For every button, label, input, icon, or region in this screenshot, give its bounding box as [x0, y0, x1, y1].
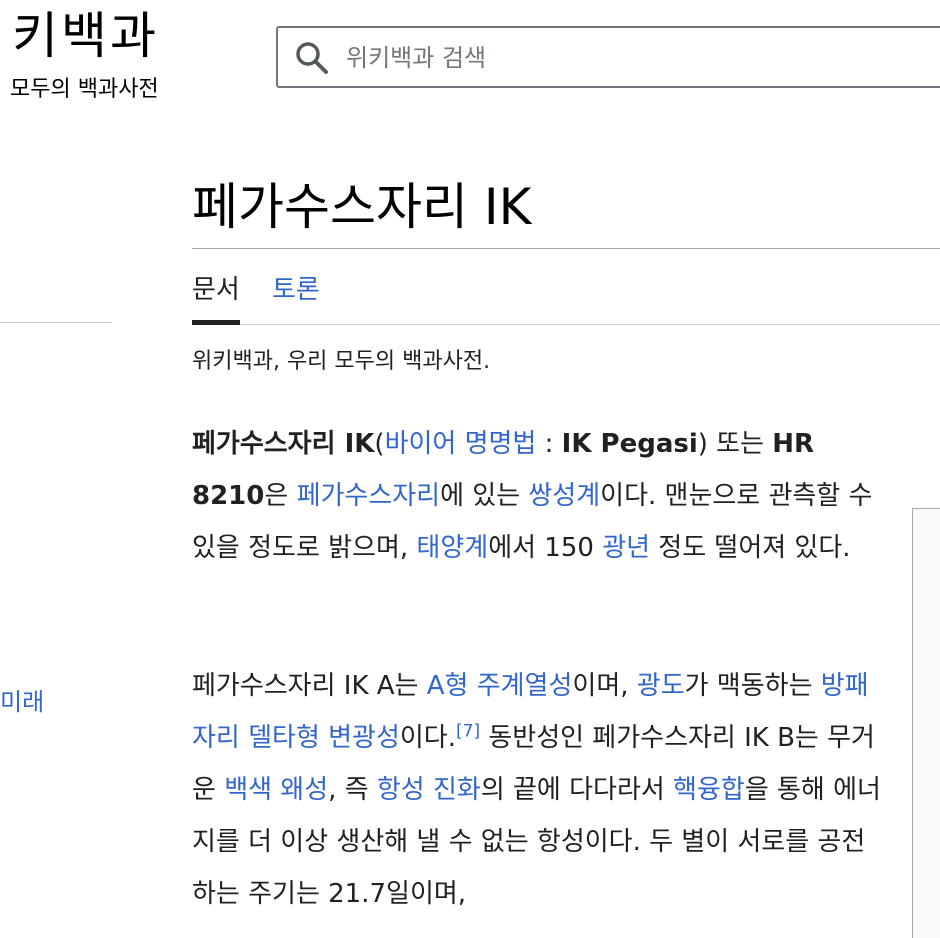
bold-term: IK Pegasi	[561, 429, 698, 459]
text: 은	[264, 481, 297, 511]
site-subtitle: 위키백과, 우리 모두의 백과사전.	[192, 349, 491, 374]
link-stellar-evolution[interactable]: 항성 진화	[377, 775, 481, 805]
text: 페가수스자리 IK A는	[192, 671, 427, 701]
link-white-dwarf[interactable]: 백색 왜성	[224, 775, 328, 805]
infobox	[912, 508, 940, 938]
body-paragraph: 페가수스자리 IK A는 A형 주계열성이며, 광도가 맥동하는 방패자리 델타…	[192, 660, 882, 920]
link-light-year[interactable]: 광년	[602, 533, 650, 563]
active-tab-indicator	[192, 320, 240, 325]
link-binary-star[interactable]: 쌍성계	[528, 481, 600, 511]
bold-term: 페가수스자리 IK	[192, 429, 375, 459]
link-bayer-designation[interactable]: 바이어 명명법	[385, 429, 537, 459]
text: , 즉	[328, 775, 377, 805]
link-luminosity[interactable]: 광도	[637, 671, 685, 701]
tabs-divider	[240, 324, 940, 325]
text: 이며,	[572, 671, 637, 701]
search-box[interactable]	[276, 26, 940, 88]
sidebar-divider	[0, 322, 112, 323]
tab-article[interactable]: 문서	[192, 270, 240, 310]
text: ) 또는	[697, 429, 773, 459]
text: 에 있는	[440, 481, 529, 511]
link-pegasus[interactable]: 페가수스자리	[297, 481, 441, 511]
text: 에서 150	[488, 533, 603, 563]
search-icon	[294, 40, 330, 76]
link-nuclear-fusion[interactable]: 핵융합	[673, 775, 745, 805]
tab-talk[interactable]: 토론	[272, 270, 320, 310]
site-logo-tagline: 모두의 백과사전	[10, 77, 159, 102]
reference-link[interactable]: [7]	[456, 721, 480, 741]
link-a-type-main-sequence[interactable]: A형 주계열성	[427, 671, 573, 701]
sidebar-link-partial[interactable]: 미래	[0, 684, 44, 720]
text: 의 끝에 다다라서	[480, 775, 674, 805]
search-input[interactable]	[344, 28, 928, 88]
text: :	[536, 429, 562, 459]
text: (	[374, 429, 385, 459]
text: 이다.	[399, 723, 456, 753]
text: 가 맥동하는	[684, 671, 821, 701]
title-divider	[192, 248, 940, 249]
site-logo-wordmark[interactable]: 키백과	[12, 6, 159, 66]
link-solar-system[interactable]: 태양계	[416, 533, 488, 563]
text: 정도 떨어져 있다.	[650, 533, 851, 563]
page-title: 페가수스자리 IK	[192, 178, 532, 236]
lead-paragraph: 페가수스자리 IK(바이어 명명법 : IK Pegasi) 또는 HR 821…	[192, 418, 882, 574]
